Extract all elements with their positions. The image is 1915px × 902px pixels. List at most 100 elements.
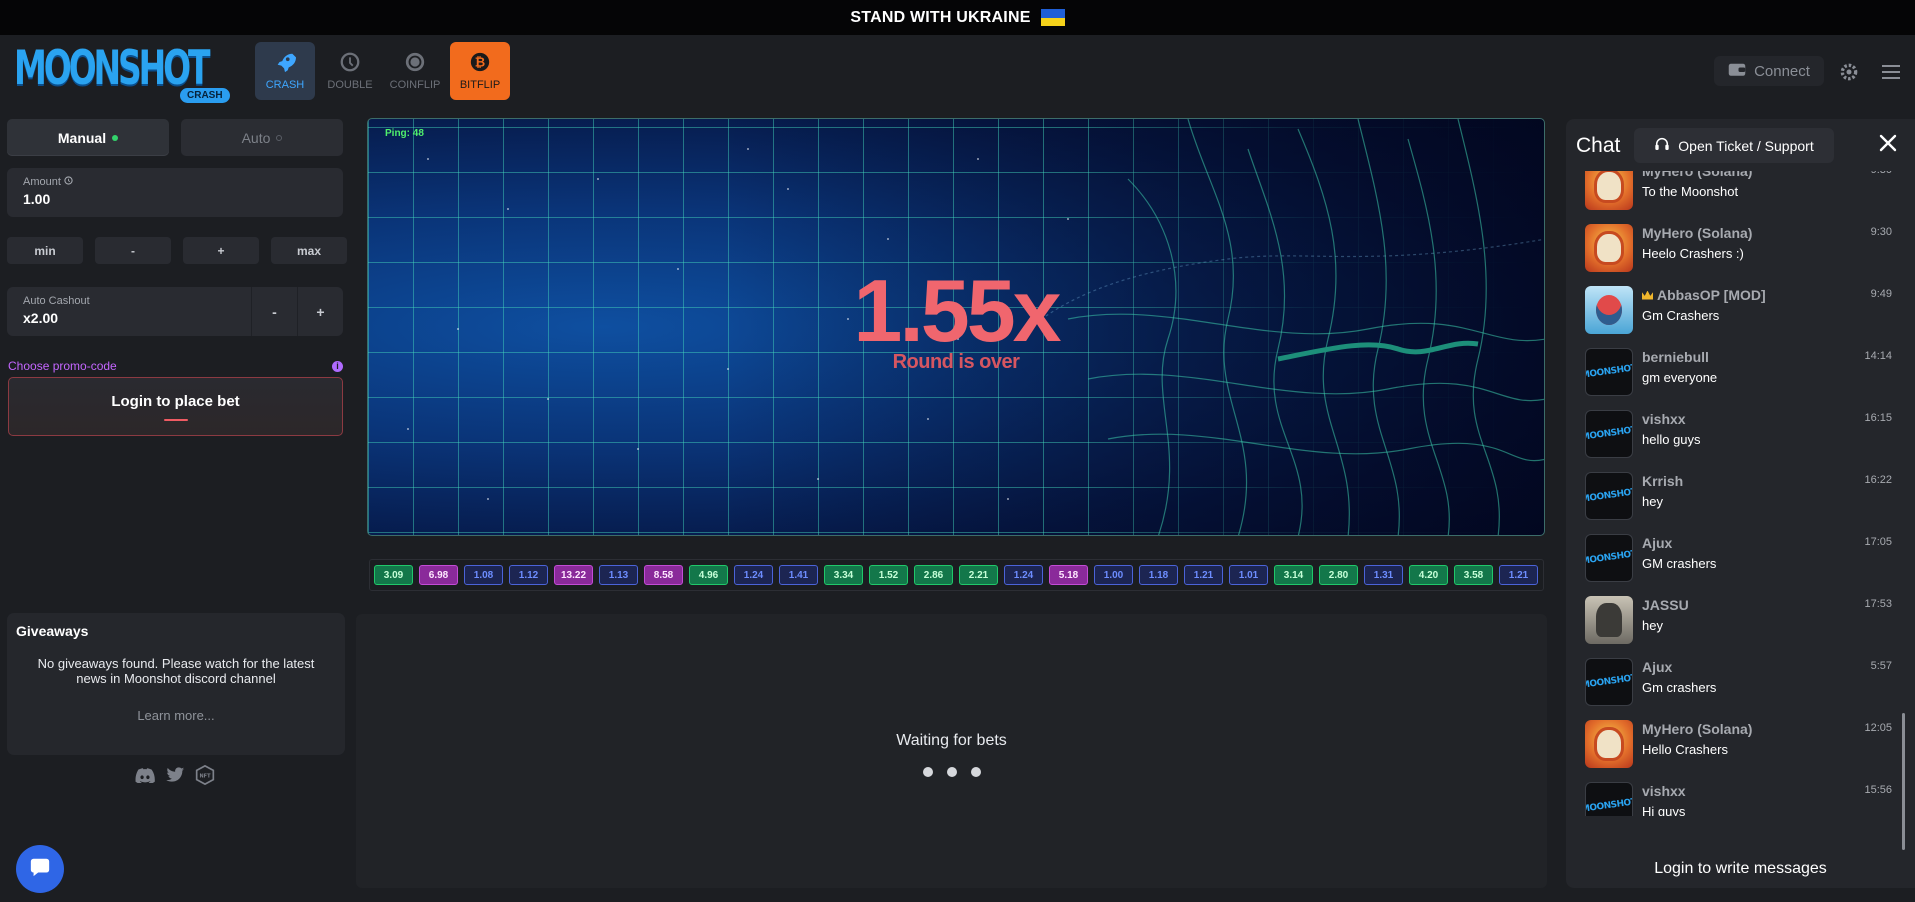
cashout-decrease-button[interactable]: -: [251, 287, 297, 336]
crown-icon: [1642, 290, 1653, 300]
amount-field[interactable]: Amount 1.00: [7, 168, 343, 217]
increase-button[interactable]: +: [183, 237, 259, 264]
crash-multiplier: 1.55x: [853, 261, 1061, 360]
chat-username[interactable]: Krrish: [1642, 473, 1683, 489]
avatar[interactable]: MOONSHOT: [1585, 534, 1633, 582]
auto-mode-button[interactable]: Auto: [181, 119, 343, 156]
tab-bitflip-label: BITFLIP: [459, 79, 501, 91]
avatar-logo: MOONSHOT: [1585, 549, 1633, 567]
tab-crash[interactable]: CRASH: [255, 42, 315, 100]
discord-icon[interactable]: [135, 766, 155, 784]
chat-username[interactable]: berniebull: [1642, 349, 1709, 365]
avatar-logo: MOONSHOT: [1585, 673, 1633, 691]
chat-timestamp: 12:05: [1864, 722, 1892, 734]
round-status: Round is over: [892, 351, 1020, 373]
chat-message: JASSU hey 17:53: [1574, 590, 1900, 652]
avatar[interactable]: [1585, 224, 1633, 272]
avatar[interactable]: MOONSHOT: [1585, 472, 1633, 520]
ukraine-banner[interactable]: STAND WITH UKRAINE: [0, 0, 1915, 35]
connect-wallet-button[interactable]: Connect: [1714, 56, 1824, 86]
history-chip: 2.21: [959, 565, 998, 585]
double-icon: [339, 51, 361, 73]
chat-message: MyHero (Solana) Hello Crashers 12:05: [1574, 714, 1900, 776]
chat-timestamp: 5:57: [1870, 660, 1892, 672]
login-to-place-bet-button[interactable]: Login to place bet: [8, 377, 343, 436]
history-chip: 1.24: [734, 565, 773, 585]
min-button[interactable]: min: [7, 237, 83, 264]
history-chip: 1.41: [779, 565, 818, 585]
cashout-increase-button[interactable]: +: [297, 287, 343, 336]
history-chip: 3.34: [824, 565, 863, 585]
tab-bitflip[interactable]: ₿ BITFLIP: [450, 42, 510, 100]
avatar[interactable]: MOONSHOT: [1585, 782, 1633, 816]
logo-badge: CRASH: [180, 88, 230, 103]
support-chat-bubble[interactable]: [16, 845, 64, 893]
giveaways-title: Giveaways: [16, 623, 89, 639]
chat-username[interactable]: MyHero (Solana): [1642, 171, 1752, 179]
history-chip: 1.24: [1004, 565, 1043, 585]
chat-message-text: To the Moonshot: [1642, 184, 1739, 199]
game-tabs: CRASH DOUBLE COINFLIP ₿ BITFLIP: [255, 42, 510, 100]
avatar[interactable]: [1585, 596, 1633, 644]
info-icon[interactable]: i: [332, 360, 343, 372]
chat-scrollbar[interactable]: [1902, 713, 1905, 850]
giveaways-empty-text: No giveaways found. Please watch for the…: [37, 656, 315, 686]
chat-message: AbbasOP [MOD] Gm Crashers 9:49: [1574, 280, 1900, 342]
loading-dots-icon: [922, 767, 981, 777]
auto-cashout-field[interactable]: Auto Cashout x2.00 - +: [7, 287, 343, 336]
chat-username[interactable]: Ajux: [1642, 659, 1672, 675]
history-chip: 1.12: [509, 565, 548, 585]
history-chip: 1.21: [1499, 565, 1538, 585]
choose-promo-code-link[interactable]: Choose promo-code: [8, 359, 117, 373]
chat-message-text: hey: [1642, 494, 1663, 509]
history-chip: 4.96: [689, 565, 728, 585]
menu-hamburger-icon[interactable]: [1880, 61, 1902, 83]
avatar-logo: MOONSHOT: [1585, 797, 1633, 815]
history-chip: 13.22: [554, 565, 593, 585]
avatar[interactable]: MOONSHOT: [1585, 410, 1633, 458]
history-chip: 6.98: [419, 565, 458, 585]
chat-username[interactable]: MyHero (Solana): [1642, 721, 1752, 737]
chat-username[interactable]: vishxx: [1642, 411, 1686, 427]
tab-double[interactable]: DOUBLE: [320, 42, 380, 100]
social-links: NFT: [135, 765, 215, 785]
chat-username[interactable]: Ajux: [1642, 535, 1672, 551]
login-to-write-messages-link[interactable]: Login to write messages: [1566, 860, 1915, 878]
avatar[interactable]: [1585, 720, 1633, 768]
tab-coinflip[interactable]: COINFLIP: [385, 42, 445, 100]
chat-message-list: MyHero (Solana) To the Moonshot 9:30 MyHero…: [1574, 171, 1900, 816]
avatar[interactable]: MOONSHOT: [1585, 658, 1633, 706]
twitter-icon[interactable]: [165, 766, 185, 784]
banner-text: STAND WITH UKRAINE: [850, 8, 1031, 26]
avatar[interactable]: MOONSHOT: [1585, 348, 1633, 396]
manual-mode-button[interactable]: Manual: [7, 119, 169, 156]
max-button[interactable]: max: [271, 237, 347, 264]
tab-coinflip-label: COINFLIP: [389, 79, 441, 91]
header: MOONSHOT CRASH CRASH DOUBLE COINFLIP ₿ B…: [0, 35, 1915, 107]
avatar[interactable]: [1585, 286, 1633, 334]
chat-message: MOONSHOT Ajux Gm crashers 5:57: [1574, 652, 1900, 714]
chat-username[interactable]: AbbasOP [MOD]: [1642, 287, 1766, 303]
chat-timestamp: 17:05: [1864, 536, 1892, 548]
decrease-button[interactable]: -: [95, 237, 171, 264]
avatar[interactable]: [1585, 171, 1633, 210]
button-underline: [163, 418, 188, 421]
chat-timestamp: 17:53: [1864, 598, 1892, 610]
waiting-for-bets-text: Waiting for bets: [896, 732, 1007, 749]
chat-message-text: Hello Crashers: [1642, 742, 1728, 757]
history-chip: 3.14: [1274, 565, 1313, 585]
nft-icon[interactable]: NFT: [195, 765, 215, 785]
open-ticket-support-button[interactable]: Open Ticket / Support: [1634, 128, 1834, 163]
history-chip: 3.09: [374, 565, 413, 585]
clock-icon: [64, 176, 73, 188]
chat-timestamp: 9:30: [1870, 226, 1892, 238]
chat-timestamp: 9:30: [1871, 171, 1892, 176]
chat-username[interactable]: MyHero (Solana): [1642, 225, 1752, 241]
chat-username[interactable]: vishxx: [1642, 783, 1686, 799]
settings-gear-icon[interactable]: [1838, 61, 1860, 83]
chat-message-text: gm everyone: [1642, 370, 1718, 385]
chat-username[interactable]: JASSU: [1642, 597, 1689, 613]
moonshot-logo[interactable]: MOONSHOT CRASH: [14, 43, 230, 103]
close-chat-icon[interactable]: [1879, 134, 1899, 154]
learn-more-link[interactable]: Learn more...: [16, 708, 336, 723]
